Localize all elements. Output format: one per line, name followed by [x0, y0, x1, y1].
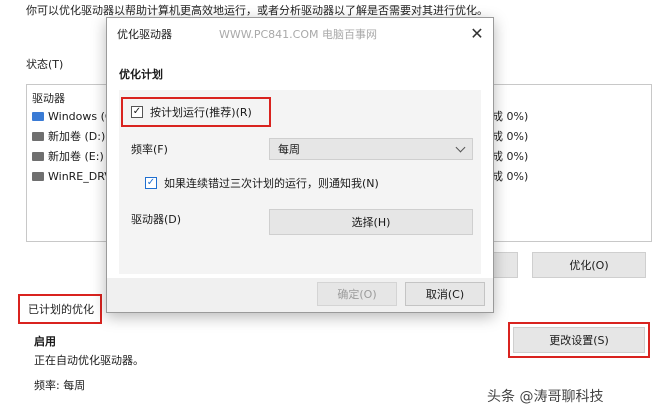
watermark-text: 头条 @涛哥聊科技: [487, 389, 604, 405]
change-settings-button[interactable]: 更改设置(S): [513, 327, 645, 353]
hard-drive-icon: [32, 151, 44, 161]
drive-row[interactable]: Windows (C: [32, 106, 113, 126]
drive-status: 成 0%): [492, 110, 529, 123]
drive-name: 新加卷 (D:): [48, 130, 106, 143]
drives-column-header[interactable]: 驱动器: [32, 90, 65, 106]
choose-drives-button[interactable]: 选择(H): [269, 209, 473, 235]
drive-status: 成 0%): [492, 170, 529, 183]
schedule-frequency: 频率: 每周: [34, 379, 86, 392]
scheduled-optimization-title: 已计划的优化: [18, 294, 102, 324]
run-on-schedule-checkbox[interactable]: ✓: [131, 106, 143, 118]
drive-row[interactable]: 新加卷 (D:): [32, 126, 105, 146]
change-settings-highlight: 更改设置(S): [508, 322, 650, 358]
drive-row[interactable]: WinRE_DRV: [32, 166, 112, 186]
notify-checkbox[interactable]: ✓: [145, 177, 157, 189]
frequency-select[interactable]: 每周: [269, 138, 473, 160]
scheduled-optimization-label: 已计划的优化: [28, 303, 94, 316]
optimize-button[interactable]: 优化(O): [532, 252, 646, 278]
drives-label: 驱动器(D): [131, 213, 182, 226]
hard-drive-icon: [32, 131, 44, 141]
notify-option[interactable]: ✓ 如果连续错过三次计划的运行，则通知我(N): [145, 175, 379, 191]
drive-name: 新加卷 (E:): [48, 150, 104, 163]
drive-status: 成 0%): [492, 130, 529, 143]
close-icon[interactable]: ✕: [463, 20, 491, 46]
intro-text: 你可以优化驱动器以帮助计算机更高效地运行，或者分析驱动器以了解是否需要对其进行优…: [26, 4, 488, 17]
status-label: 状态(T): [26, 58, 64, 71]
schedule-state: 启用: [34, 335, 56, 348]
optimize-schedule-dialog: 优化驱动器 WWW.PC841.COM 电脑百事网 ✕ 优化计划 ✓ 按计划运行…: [106, 17, 494, 313]
hard-drive-icon: [32, 171, 44, 181]
windows-drive-icon: [32, 111, 44, 121]
schedule-description: 正在自动优化驱动器。: [34, 354, 144, 367]
frequency-value: 每周: [278, 143, 300, 156]
ok-button[interactable]: 确定(O): [317, 282, 397, 306]
drive-row[interactable]: 新加卷 (E:): [32, 146, 104, 166]
notify-label[interactable]: 如果连续错过三次计划的运行，则通知我(N): [164, 175, 379, 191]
cancel-button[interactable]: 取消(C): [405, 282, 485, 306]
drive-name: Windows (C: [48, 109, 113, 123]
dialog-watermark: WWW.PC841.COM 电脑百事网: [219, 28, 377, 41]
chevron-down-icon: [455, 142, 466, 152]
dialog-title: 优化驱动器: [117, 28, 172, 41]
plan-heading: 优化计划: [119, 68, 163, 81]
frequency-label: 频率(F): [131, 143, 168, 156]
run-on-schedule-label[interactable]: 按计划运行(推荐)(R): [150, 104, 252, 120]
drive-status: 成 0%): [492, 150, 529, 163]
run-on-schedule-highlight[interactable]: ✓ 按计划运行(推荐)(R): [121, 97, 271, 127]
drive-name: WinRE_DRV: [48, 169, 112, 183]
